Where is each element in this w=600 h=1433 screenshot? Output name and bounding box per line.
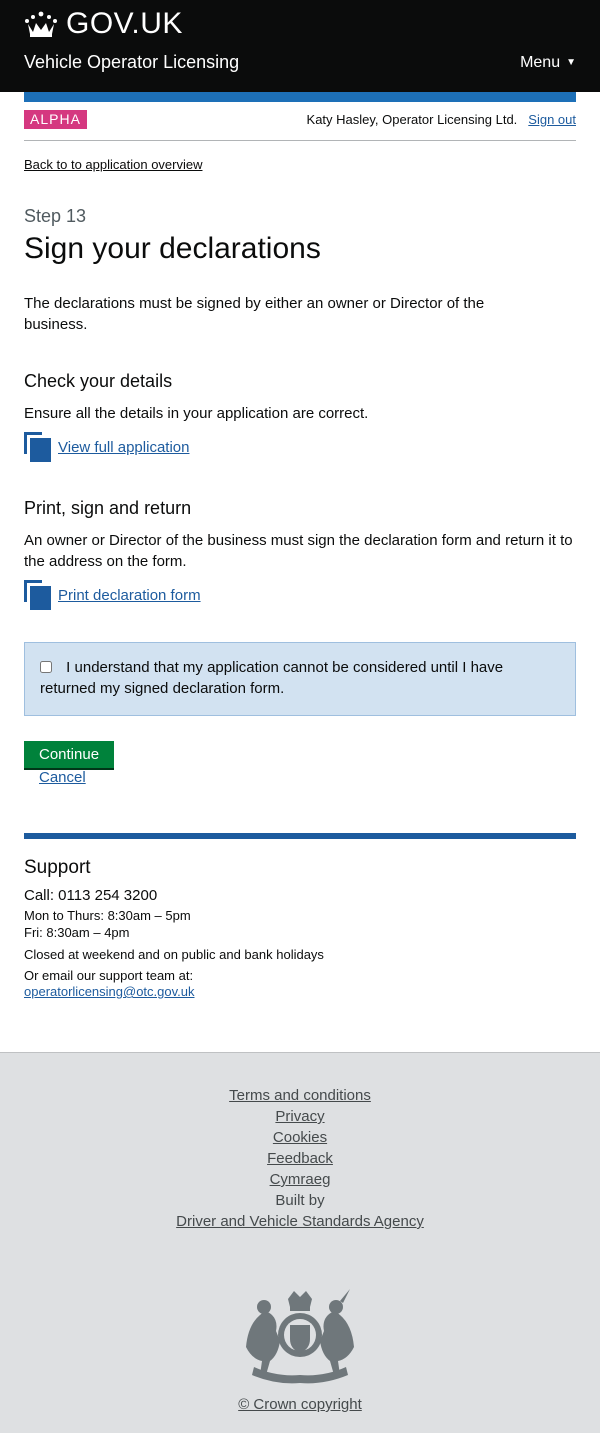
footer-link-terms[interactable]: Terms and conditions bbox=[0, 1085, 600, 1106]
royal-coat-of-arms-icon bbox=[246, 1289, 354, 1384]
phase-tag: ALPHA bbox=[24, 110, 87, 129]
site-footer: Terms and conditions Privacy Cookies Fee… bbox=[0, 1052, 600, 1433]
cancel-link[interactable]: Cancel bbox=[39, 769, 576, 786]
support-email-intro: Or email our support team at: bbox=[24, 968, 194, 983]
built-by: Built by Driver and Vehicle Standards Ag… bbox=[0, 1190, 600, 1232]
support-email-link[interactable]: operatorlicensing@otc.gov.uk bbox=[24, 984, 195, 999]
confirm-checkbox[interactable] bbox=[40, 661, 52, 673]
check-details-text: Ensure all the details in your applicati… bbox=[24, 405, 369, 422]
footer-link-cymraeg[interactable]: Cymraeg bbox=[0, 1169, 600, 1190]
menu-button[interactable]: Menu ▼ bbox=[520, 54, 576, 72]
footer-links: Terms and conditions Privacy Cookies Fee… bbox=[0, 1053, 600, 1232]
user-name: Katy Hasley, Operator Licensing Ltd. bbox=[306, 112, 518, 127]
phase-banner: ALPHA Katy Hasley, Operator Licensing Lt… bbox=[24, 102, 576, 141]
intro-text: The declarations must be signed by eithe… bbox=[24, 295, 485, 333]
service-name[interactable]: Vehicle Operator Licensing bbox=[24, 52, 239, 73]
print-sign-heading: Print, sign and return bbox=[24, 498, 192, 518]
print-sign-text: An owner or Director of the business mus… bbox=[24, 532, 573, 570]
sign-out-link[interactable]: Sign out bbox=[528, 112, 576, 127]
support-hours-mon-thu: Mon to Thurs: 8:30am – 5pm bbox=[24, 908, 191, 923]
confirm-panel: I understand that my application cannot … bbox=[24, 642, 576, 716]
document-icon bbox=[24, 580, 51, 610]
built-by-prefix: Built by bbox=[275, 1192, 325, 1209]
govuk-logo[interactable]: GOV.UK bbox=[24, 0, 576, 40]
menu-label: Menu bbox=[520, 53, 561, 71]
dvsa-link[interactable]: Driver and Vehicle Standards Agency bbox=[0, 1211, 600, 1232]
support-phone: Call: 0113 254 3200 bbox=[24, 887, 158, 904]
back-link[interactable]: Back to to application overview bbox=[24, 157, 202, 172]
footer-link-privacy[interactable]: Privacy bbox=[0, 1106, 600, 1127]
step-caption: Step 13 bbox=[24, 206, 87, 226]
print-declaration-link[interactable]: Print declaration form bbox=[58, 587, 201, 604]
page-title: Sign your declarations bbox=[24, 232, 321, 265]
crown-icon bbox=[25, 11, 57, 37]
support-heading: Support bbox=[24, 857, 91, 878]
confirm-label[interactable]: I understand that my application cannot … bbox=[40, 659, 503, 697]
site-header: GOV.UK Vehicle Operator Licensing Menu ▼ bbox=[0, 0, 600, 92]
header-blue-bar bbox=[24, 92, 576, 102]
check-details-heading: Check your details bbox=[24, 371, 173, 391]
footer-link-cookies[interactable]: Cookies bbox=[0, 1127, 600, 1148]
document-icon bbox=[24, 432, 51, 462]
support-closed: Closed at weekend and on public and bank… bbox=[24, 947, 324, 962]
view-full-application-link[interactable]: View full application bbox=[58, 439, 189, 456]
support-hours-fri: Fri: 8:30am – 4pm bbox=[24, 925, 130, 940]
main-content: Back to to application overview Step 13 … bbox=[0, 141, 600, 786]
caret-down-icon: ▼ bbox=[566, 57, 576, 68]
continue-button[interactable]: Continue bbox=[24, 741, 115, 770]
user-info: Katy Hasley, Operator Licensing Ltd. Sig… bbox=[307, 112, 576, 127]
support-section: Support Call: 0113 254 3200 Mon to Thurs… bbox=[24, 833, 576, 1001]
print-declaration-row: Print declaration form bbox=[24, 580, 576, 610]
brand-name: GOV.UK bbox=[66, 7, 183, 40]
footer-link-feedback[interactable]: Feedback bbox=[0, 1148, 600, 1169]
crown-copyright-link[interactable]: © Crown copyright bbox=[238, 1396, 362, 1413]
view-application-row: View full application bbox=[24, 432, 576, 462]
